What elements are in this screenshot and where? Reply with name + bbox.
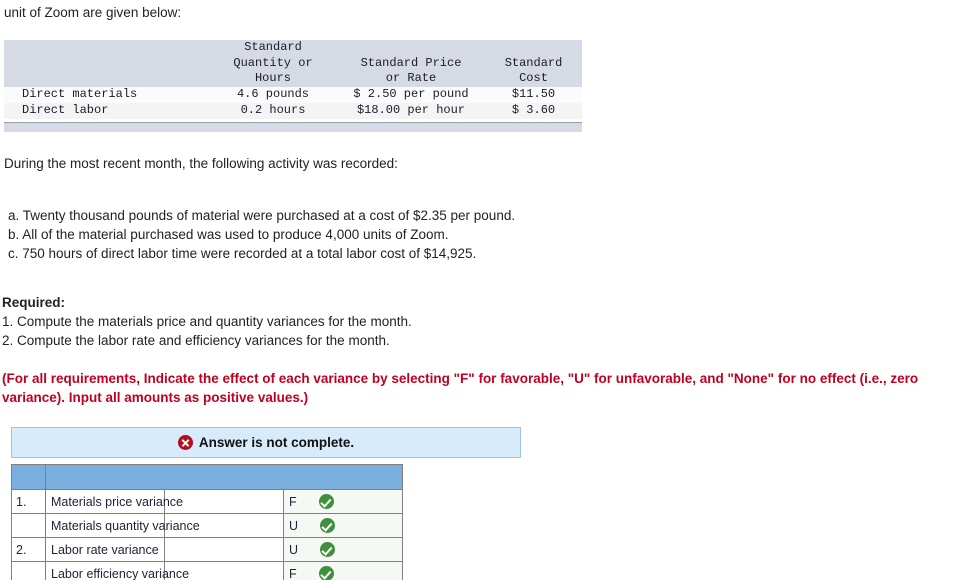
check-circle-icon <box>318 494 334 509</box>
table-row: Direct materials 4.6 pounds $ 2.50 per p… <box>4 86 582 103</box>
row-flag-labor-efficiency-variance[interactable]: F <box>283 561 403 580</box>
flag-letter: U <box>289 518 299 533</box>
check-circle-icon <box>320 518 336 533</box>
activity-intro-text: During the most recent month, the follow… <box>4 156 398 171</box>
header-price-line-2: or Rate <box>385 71 437 85</box>
row-label-materials-quantity-variance: Materials quantity variance <box>45 513 200 538</box>
answer-status-banner: Answer is not complete. <box>11 427 521 458</box>
header-price-line-1: Standard Price <box>360 55 462 70</box>
flag-letter: U <box>289 542 299 557</box>
row-price-direct-materials: $ 2.50 per pound <box>337 86 485 103</box>
row-label-direct-labor: Direct labor <box>4 102 209 119</box>
activity-item-c: c. 750 hours of direct labor time were r… <box>8 246 477 261</box>
x-circle-icon <box>177 435 193 450</box>
row-label-labor-efficiency-variance: Labor efficiency variance <box>45 561 189 580</box>
row-price-direct-labor: $18.00 per hour <box>337 102 485 119</box>
row-label-materials-price-variance: Materials price variance <box>45 489 183 514</box>
answer-header-num <box>11 464 46 490</box>
activity-item-a: a. Twenty thousand pounds of material we… <box>8 208 516 223</box>
variance-answer-table: 1. Materials price variance F Materials … <box>11 464 403 580</box>
row-number-blank-1 <box>11 513 46 538</box>
standard-cost-table: Standard Quantity or Hours Standard Pric… <box>4 40 582 119</box>
worksheet-page: unit of Zoom are given below: Standard Q… <box>0 0 963 580</box>
row-flag-labor-rate-variance[interactable]: U <box>283 537 403 562</box>
header-qty-line-1: Standard <box>244 40 302 54</box>
header-cost-line-2: Cost <box>519 71 548 85</box>
instructions-note: (For all requirements, Indicate the effe… <box>2 371 919 405</box>
table-row: Direct labor 0.2 hours $18.00 per hour $… <box>4 102 582 119</box>
header-cost-line-1: Standard <box>504 55 563 70</box>
required-heading: Required: <box>2 295 66 310</box>
table-row[interactable]: 1. Materials price variance F <box>11 489 403 514</box>
check-circle-icon <box>318 566 334 580</box>
header-standard-price: Standard Price or Rate <box>337 40 485 87</box>
row-number-1: 1. <box>11 489 46 514</box>
answer-table-header-row <box>11 464 403 490</box>
intro-text: unit of Zoom are given below: <box>4 5 182 20</box>
row-number-2: 2. <box>11 537 46 562</box>
row-label-labor-rate-variance: Labor rate variance <box>45 537 165 562</box>
check-circle-icon <box>320 542 336 557</box>
flag-letter: F <box>289 494 297 509</box>
answer-header-main <box>45 464 403 490</box>
row-flag-materials-price-variance[interactable]: F <box>283 489 403 514</box>
header-blank <box>4 40 209 87</box>
table-row[interactable]: 2. Labor rate variance U <box>11 537 403 562</box>
row-value-labor-rate-variance[interactable] <box>164 537 284 562</box>
answer-status-text: Answer is not complete. <box>198 435 355 450</box>
row-quantity-direct-materials: 4.6 pounds <box>209 86 337 103</box>
activity-item-b: b. All of the material purchased was use… <box>8 227 449 242</box>
flag-letter: F <box>289 566 297 580</box>
required-item-1: 1. Compute the materials price and quant… <box>2 314 412 329</box>
header-qty-line-2: Quantity or <box>233 55 313 70</box>
row-cost-direct-labor: $ 3.60 <box>485 102 582 119</box>
row-label-direct-materials: Direct materials <box>4 86 209 103</box>
required-item-2: 2. Compute the labor rate and efficiency… <box>2 333 390 348</box>
row-flag-materials-quantity-variance[interactable]: U <box>283 513 403 538</box>
table-row[interactable]: Materials quantity variance U <box>11 513 403 538</box>
header-standard-cost: Standard Cost <box>485 40 582 87</box>
header-standard-quantity: Standard Quantity or Hours <box>209 40 337 87</box>
standard-cost-table-footer-bar <box>4 122 582 132</box>
table-row[interactable]: Labor efficiency variance F <box>11 561 403 580</box>
row-cost-direct-materials: $11.50 <box>485 86 582 103</box>
row-number-blank-2 <box>11 561 46 580</box>
standard-cost-header-row: Standard Quantity or Hours Standard Pric… <box>4 40 582 87</box>
header-qty-line-3: Hours <box>254 71 291 85</box>
row-quantity-direct-labor: 0.2 hours <box>209 102 337 119</box>
